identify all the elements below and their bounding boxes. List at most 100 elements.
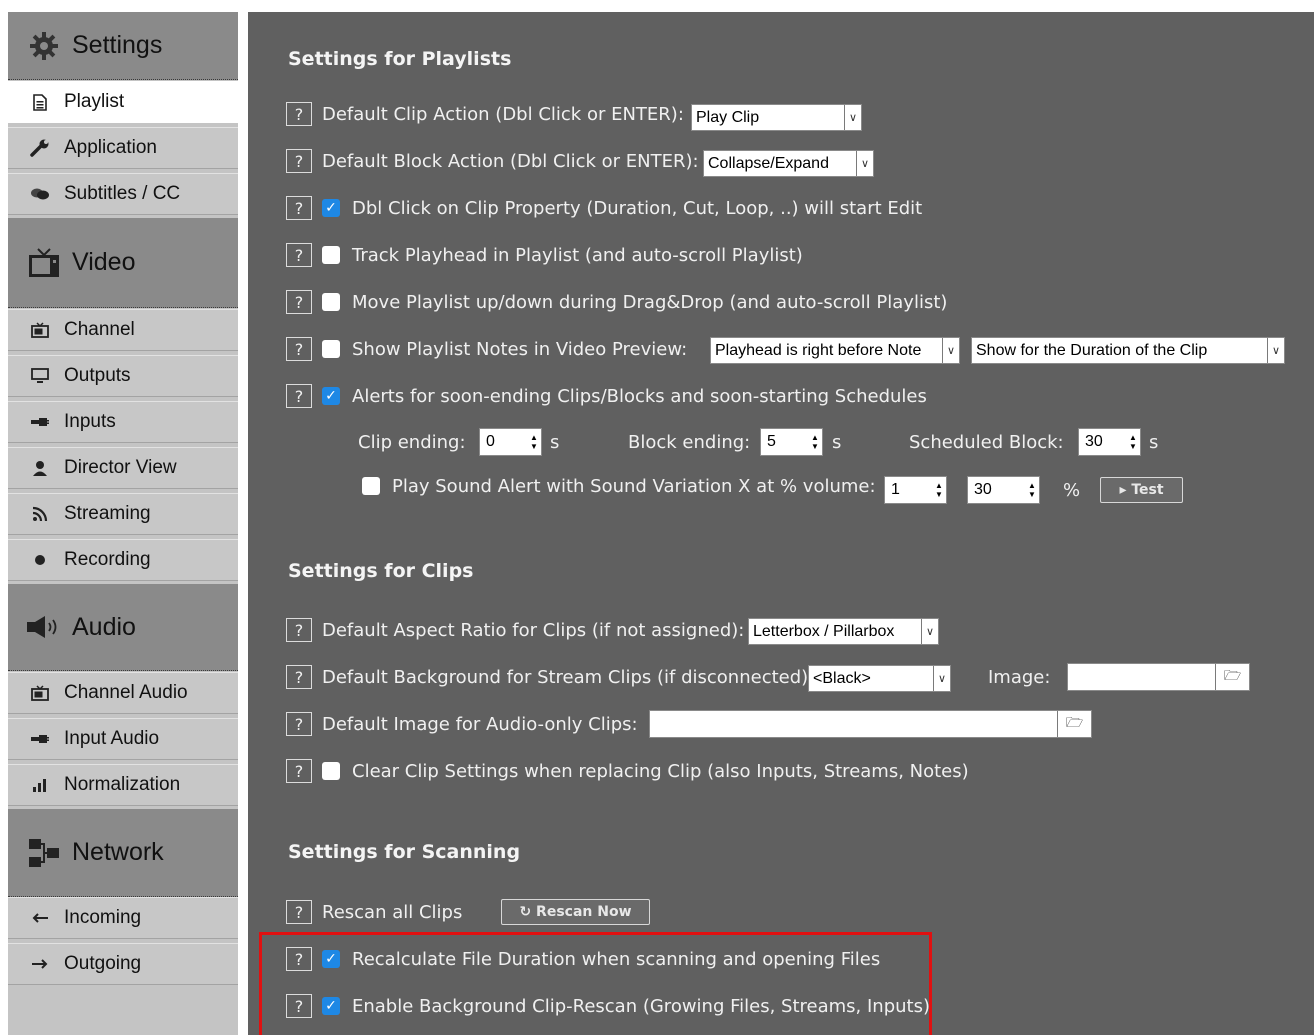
sidebar-group-video: Video <box>8 218 238 308</box>
clip-action-select[interactable]: Play Clip ∨ <box>691 104 862 131</box>
sidebar-item-playlist[interactable]: Playlist <box>8 81 238 123</box>
scheduled-block-spinner[interactable]: 30 ▲ ▼ <box>1078 428 1141 456</box>
arrow-left-icon <box>28 912 52 924</box>
sidebar-group-network: Network <box>8 809 238 897</box>
track-playhead-label: Track Playhead in Playlist (and auto-scr… <box>352 244 803 266</box>
sidebar-item-normalization[interactable]: Normalization <box>8 764 238 806</box>
stream-background-select[interactable]: <Black> ∨ <box>808 665 951 692</box>
clip-ending-unit: s <box>550 432 560 453</box>
help-button[interactable]: ? <box>286 900 312 924</box>
gear-icon <box>24 30 64 62</box>
sidebar-group-title: Audio <box>72 612 136 641</box>
sidebar-item-inputs[interactable]: Inputs <box>8 401 238 443</box>
rescan-now-button[interactable]: ↻ Rescan Now <box>501 899 650 925</box>
help-button[interactable]: ? <box>286 759 312 783</box>
image-label: Image: <box>988 667 1051 688</box>
help-button[interactable]: ? <box>286 618 312 642</box>
clip-ending-spinner[interactable]: 0 ▲ ▼ <box>479 428 542 456</box>
sidebar-item-incoming[interactable]: Incoming <box>8 897 238 939</box>
input-plug-icon <box>28 417 52 427</box>
sidebar-item-application[interactable]: Application <box>8 127 238 169</box>
sidebar-item-subtitles[interactable]: Subtitles / CC <box>8 173 238 215</box>
chevron-down-icon: ∨ <box>844 105 861 130</box>
sound-variation-spinner[interactable]: 1 ▲ ▼ <box>884 476 947 504</box>
playlist-doc-icon <box>28 93 52 111</box>
dbl-click-edit-checkbox[interactable]: ✓ <box>322 199 340 217</box>
sidebar-item-recording[interactable]: Recording <box>8 539 238 581</box>
track-playhead-checkbox[interactable] <box>322 246 340 264</box>
help-button[interactable]: ? <box>286 712 312 736</box>
dbl-click-edit-label: Dbl Click on Clip Property (Duration, Cu… <box>352 197 923 219</box>
help-button[interactable]: ? <box>286 665 312 689</box>
sidebar-item-outgoing[interactable]: Outgoing <box>8 943 238 985</box>
row-move-playlist: ? Move Playlist up/down during Drag&Drop… <box>286 288 947 316</box>
spinner-arrows-icon: ▲ ▼ <box>935 481 943 499</box>
monitor-icon <box>28 368 52 384</box>
aspect-ratio-select[interactable]: Letterbox / Pillarbox ∨ <box>748 618 939 645</box>
spinner-arrows-icon: ▲ ▼ <box>530 433 538 451</box>
sidebar-group-audio: Audio <box>8 584 238 671</box>
audio-image-label: Default Image for Audio-only Clips: <box>322 713 638 735</box>
rss-icon <box>28 506 52 522</box>
background-image-field[interactable]: 🗁 <box>1067 663 1250 691</box>
section-title-clips: Settings for Clips <box>288 560 474 582</box>
notes-timing-select[interactable]: Playhead is right before Note ∨ <box>710 337 960 364</box>
sidebar-group-settings: Settings <box>8 12 238 80</box>
row-track-playhead: ? Track Playhead in Playlist (and auto-s… <box>286 241 803 269</box>
show-notes-checkbox[interactable] <box>322 340 340 358</box>
sidebar-item-streaming[interactable]: Streaming <box>8 493 238 535</box>
clip-ending-label: Clip ending: <box>358 432 466 453</box>
row-show-notes: ? Show Playlist Notes in Video Preview: <box>286 335 687 363</box>
test-sound-button[interactable]: ▸ Test <box>1100 477 1183 503</box>
alerts-checkbox[interactable]: ✓ <box>322 387 340 405</box>
folder-icon[interactable]: 🗁 <box>1057 711 1091 737</box>
row-aspect-ratio: ? Default Aspect Ratio for Clips (if not… <box>286 616 744 644</box>
settings-sidebar: Settings Playlist Application Subtitles … <box>8 12 238 1035</box>
scheduled-block-unit: s <box>1149 432 1159 453</box>
sidebar-item-input-audio[interactable]: Input Audio <box>8 718 238 760</box>
help-button[interactable]: ? <box>286 290 312 314</box>
folder-icon[interactable]: 🗁 <box>1215 664 1249 690</box>
chevron-down-icon: ∨ <box>1267 338 1284 363</box>
row-block-action: ? Default Block Action (Dbl Click or ENT… <box>286 147 699 175</box>
input-plug-icon <box>28 734 52 744</box>
chevron-down-icon: ∨ <box>942 338 959 363</box>
row-clip-action: ? Default Clip Action (Dbl Click or ENTE… <box>286 100 684 128</box>
sidebar-item-director-view[interactable]: Director View <box>8 447 238 489</box>
audio-image-field[interactable]: 🗁 <box>649 710 1092 738</box>
notes-duration-select[interactable]: Show for the Duration of the Clip ∨ <box>971 337 1285 364</box>
block-ending-label: Block ending: <box>628 432 751 453</box>
sidebar-item-channel-audio[interactable]: Channel Audio <box>8 672 238 714</box>
help-button[interactable]: ? <box>286 337 312 361</box>
sidebar-item-outputs[interactable]: Outputs <box>8 355 238 397</box>
help-button[interactable]: ? <box>286 243 312 267</box>
row-alerts: ? ✓ Alerts for soon-ending Clips/Blocks … <box>286 382 927 410</box>
bars-icon <box>28 778 52 792</box>
chevron-down-icon: ∨ <box>933 666 950 691</box>
clear-settings-checkbox[interactable] <box>322 762 340 780</box>
section-title-playlists: Settings for Playlists <box>288 48 512 70</box>
record-dot-icon <box>28 554 52 566</box>
help-button[interactable]: ? <box>286 196 312 220</box>
arrow-right-icon <box>28 958 52 970</box>
sound-volume-spinner[interactable]: 30 ▲ ▼ <box>967 476 1040 504</box>
row-clear-settings: ? Clear Clip Settings when replacing Cli… <box>286 757 969 785</box>
help-button[interactable]: ? <box>286 102 312 126</box>
show-notes-label: Show Playlist Notes in Video Preview: <box>352 338 688 360</box>
wrench-icon <box>28 139 52 157</box>
help-button[interactable]: ? <box>286 384 312 408</box>
sidebar-item-channel[interactable]: Channel <box>8 309 238 351</box>
stream-background-label: Default Background for Stream Clips (if … <box>322 666 815 688</box>
row-dbl-click-edit: ? ✓ Dbl Click on Clip Property (Duration… <box>286 194 922 222</box>
move-playlist-checkbox[interactable] <box>322 293 340 311</box>
spinner-arrows-icon: ▲ ▼ <box>811 433 819 451</box>
chevron-down-icon: ∨ <box>856 151 873 176</box>
row-audio-image: ? Default Image for Audio-only Clips: <box>286 710 638 738</box>
block-ending-unit: s <box>832 432 842 453</box>
tv-small-icon <box>28 685 52 701</box>
block-action-select[interactable]: Collapse/Expand ∨ <box>703 150 874 177</box>
move-playlist-label: Move Playlist up/down during Drag&Drop (… <box>352 291 948 313</box>
sound-alert-checkbox[interactable] <box>362 477 380 495</box>
block-ending-spinner[interactable]: 5 ▲ ▼ <box>760 428 823 456</box>
help-button[interactable]: ? <box>286 149 312 173</box>
